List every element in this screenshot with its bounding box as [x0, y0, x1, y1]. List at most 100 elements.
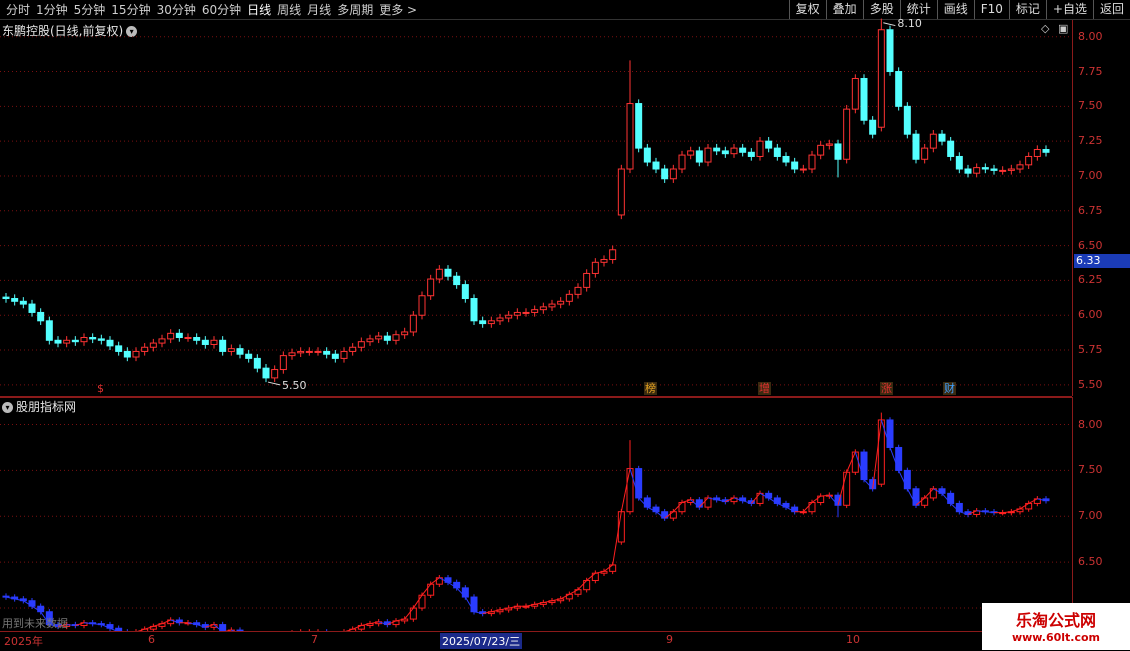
event-marker[interactable]: 榜	[644, 382, 657, 395]
indicator-candle-body	[461, 587, 469, 598]
candle-body	[513, 311, 521, 316]
candle-body	[89, 337, 97, 340]
event-marker[interactable]: 增	[758, 382, 771, 395]
indicator-candle-body	[808, 502, 816, 513]
candle-body	[851, 77, 859, 110]
candle-body	[71, 339, 79, 343]
indicator-candle-body	[955, 502, 963, 513]
candle-body	[964, 168, 972, 174]
candle-body	[921, 147, 929, 160]
candle-body	[669, 168, 677, 180]
indicator-candle-body	[591, 572, 599, 582]
indicator-candle-body	[409, 607, 417, 620]
candle-body	[912, 133, 920, 160]
candle-body	[773, 147, 781, 157]
candle-body	[340, 350, 348, 359]
candle-body	[193, 337, 201, 341]
candle-body	[141, 346, 149, 352]
candle-body	[496, 317, 504, 322]
price-tick-label: 6.75	[1078, 203, 1103, 217]
indicator-candle-body	[947, 492, 955, 504]
candle-body	[19, 300, 27, 305]
candle-body	[886, 29, 894, 73]
price-tick-label: 6.50	[1078, 238, 1103, 252]
candle-body	[799, 168, 807, 171]
indicator-tick-label: 8.00	[1078, 417, 1103, 431]
candle-body	[756, 140, 764, 157]
candle-body	[782, 155, 790, 163]
candle-body	[314, 350, 322, 353]
candle-body	[132, 350, 140, 358]
candle-body	[1033, 149, 1041, 157]
candle-body	[45, 320, 53, 341]
candle-body	[583, 272, 591, 288]
indicator-candle-body	[860, 451, 868, 481]
candle-body	[305, 350, 313, 353]
toolbar-button[interactable]: 返回	[1092, 0, 1130, 19]
candle-body	[453, 275, 461, 286]
candle-body	[643, 147, 651, 163]
price-tick-label: 7.75	[1078, 64, 1103, 78]
candle-body	[652, 161, 660, 170]
candle-body	[210, 339, 218, 345]
price-tick-label: 6.00	[1078, 308, 1103, 322]
candle-body	[219, 339, 227, 352]
indicator-tick-label: 6.50	[1078, 555, 1103, 569]
candle-body	[106, 339, 114, 347]
candle-body	[817, 144, 825, 156]
candle-body	[470, 298, 478, 322]
candle-body	[427, 278, 435, 297]
candle-body	[565, 293, 573, 302]
indicator-candle-body	[895, 446, 903, 471]
indicator-candle-body	[843, 471, 851, 506]
candle-body	[1007, 168, 1015, 171]
low-annotation-arrow	[267, 381, 281, 386]
indicator-candle-body	[678, 502, 686, 513]
indicator-candle-body	[643, 497, 651, 508]
indicator-candle-body	[470, 596, 478, 613]
date-tick-label: 9	[666, 633, 673, 646]
candle-body	[288, 352, 296, 357]
candle-body	[635, 103, 643, 149]
indicator-candle-body	[886, 419, 894, 448]
candle-body	[825, 143, 833, 146]
candle-body	[271, 369, 279, 379]
candle-body	[383, 335, 391, 341]
candle-body	[2, 296, 10, 300]
future-data-warning: 用到未来数据	[2, 617, 68, 630]
candle-body	[357, 341, 365, 348]
candle-body	[175, 332, 183, 339]
candle-body	[392, 334, 400, 341]
event-marker[interactable]: $	[96, 382, 105, 395]
date-tick-label: 7	[311, 633, 318, 646]
candle-body	[609, 249, 617, 261]
candle-body	[1025, 155, 1033, 166]
indicator-candle-body	[695, 499, 703, 508]
candle-body	[28, 303, 36, 313]
candle-body	[739, 147, 747, 153]
candle-body	[97, 338, 105, 341]
candle-body	[184, 337, 192, 340]
watermark: 乐淘公式网 www.60lt.com	[982, 603, 1130, 650]
watermark-title: 乐淘公式网	[1015, 611, 1096, 630]
candle-body	[349, 346, 357, 352]
candle-body	[522, 311, 530, 314]
high-price-label: 8.10	[897, 17, 922, 30]
indicator-candle-body	[704, 497, 712, 508]
candle-body	[895, 71, 903, 107]
event-marker[interactable]: 财	[943, 382, 956, 395]
indicator-candle-body	[921, 497, 929, 506]
indicator-candle-body	[427, 583, 435, 596]
candlestick-chart[interactable]: 8.10 5.50	[0, 0, 1072, 631]
candle-body	[791, 161, 799, 170]
candle-body	[479, 320, 487, 325]
candle-body	[323, 350, 331, 355]
candle-body	[11, 298, 19, 302]
event-marker[interactable]: 涨	[880, 382, 893, 395]
candle-body	[617, 168, 625, 216]
candle-body	[999, 169, 1007, 172]
candle-body	[903, 105, 911, 135]
candle-body	[860, 77, 868, 121]
candle-body	[331, 353, 339, 359]
candle-body	[869, 119, 877, 135]
